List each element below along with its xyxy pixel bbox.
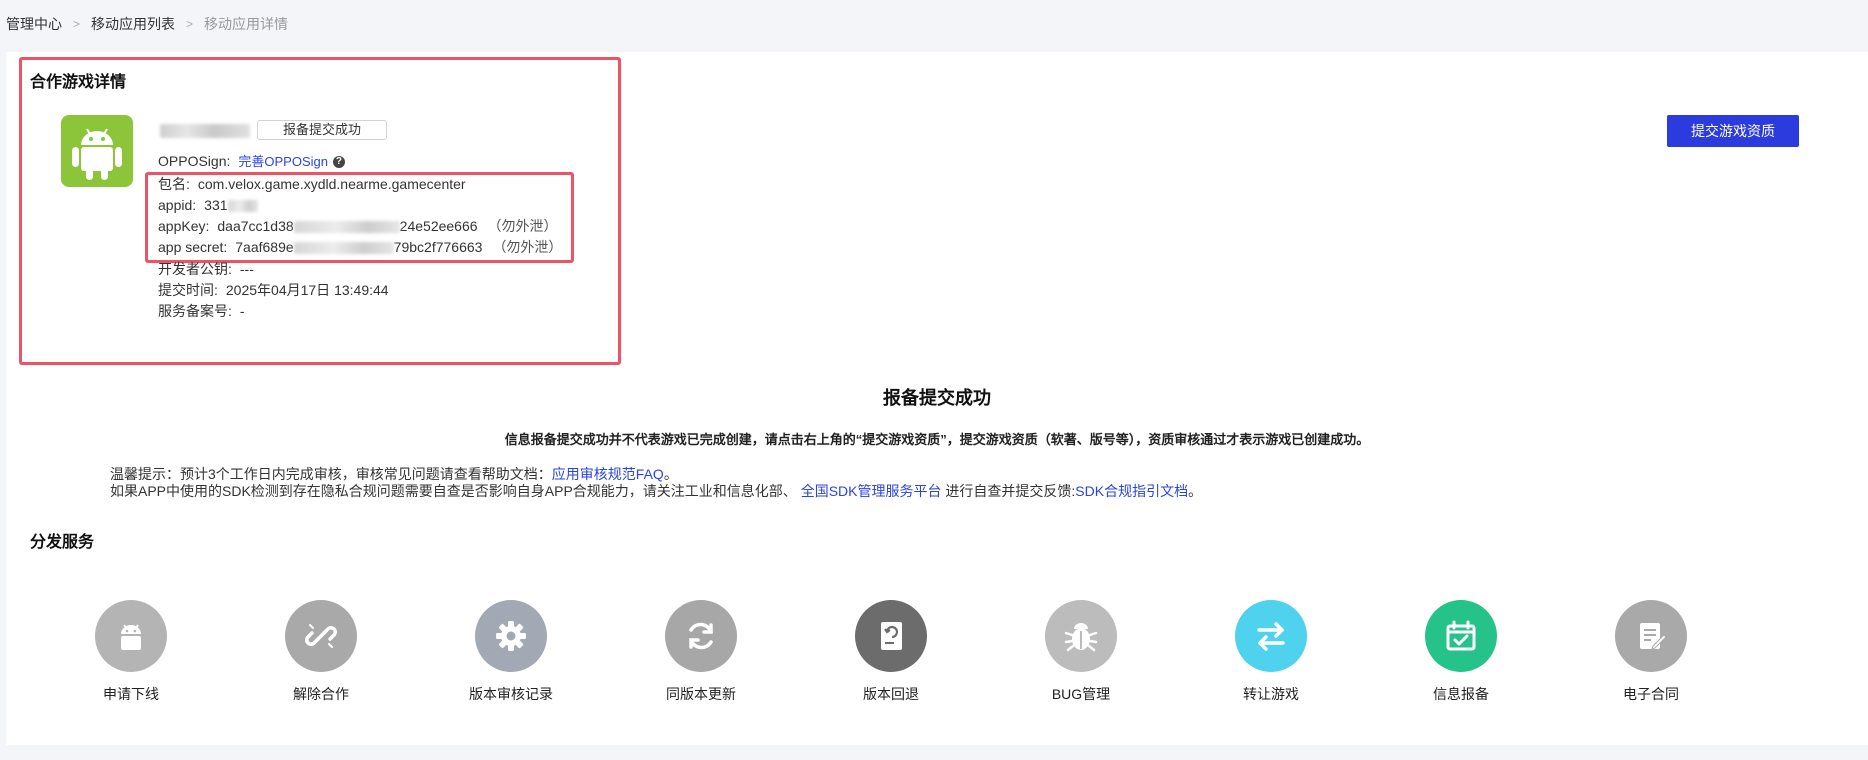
package-value: com.velox.game.xydld.nearme.gamecenter (197, 176, 466, 192)
contract-icon (1640, 623, 1667, 650)
service-same-version-update[interactable]: 同版本更新 (621, 600, 781, 704)
oppo-sign-label: OPPOSign: (158, 153, 231, 169)
service-circle (665, 600, 737, 672)
dev-key-row: 开发者公钥: --- (158, 259, 254, 279)
submit-time-row: 提交时间: 2025年04月17日 13:49:44 (158, 280, 389, 300)
service-label: 转让游戏 (1243, 686, 1299, 702)
services-grid: 申请下线 解除合作 版本审核记录 同版本更新 版本回退 BUG管理 转让游戏 信… (6, 600, 1868, 760)
result-title: 报备提交成功 (883, 388, 991, 408)
service-record-row: 服务备案号: - (158, 301, 245, 321)
service-bug-management[interactable]: BUG管理 (1001, 600, 1161, 704)
tip-line-2-mid: 进行自查并提交反馈: (945, 483, 1076, 499)
submit-qualification-button[interactable]: 提交游戏资质 (1667, 115, 1799, 147)
service-circle (475, 600, 547, 672)
refresh-icon (689, 622, 713, 650)
app-secret-value-end: 79bc2f776663 (393, 239, 483, 255)
tip-line-2-end: 。 (1188, 483, 1203, 499)
service-label: 解除合作 (293, 686, 349, 702)
breadcrumb: 管理中心 > 移动应用列表 > 移动应用详情 (6, 14, 288, 34)
service-circle (1425, 600, 1497, 672)
appkey-label: appKey: (158, 218, 210, 234)
appkey-row: appKey: daa7cc1d38 24e52ee666 （勿外泄） (158, 216, 558, 236)
service-label: 同版本更新 (666, 686, 736, 702)
app-secret-value-start: 7aaf689e (235, 239, 294, 255)
faq-link[interactable]: 应用审核规范FAQ (552, 466, 664, 482)
app-secret-note: （勿外泄） (492, 239, 563, 255)
appid-label: appid: (158, 197, 197, 213)
service-label: 电子合同 (1623, 686, 1679, 702)
tip-line-1-text: 温馨提示：预计3个工作日内完成审核，审核常见问题请查看帮助文档： (110, 466, 552, 482)
app-name-redacted (160, 124, 250, 138)
service-circle (95, 600, 167, 672)
app-secret-redacted (293, 242, 394, 255)
detail-section-title: 合作游戏详情 (30, 74, 127, 91)
service-label: 信息报备 (1433, 686, 1489, 702)
service-apply-offline[interactable]: 申请下线 (51, 600, 211, 704)
service-label: 申请下线 (103, 686, 159, 702)
tip-line-2-text: 如果APP中使用的SDK检测到存在隐私合规问题需要自查是否影响自身APP合规能力… (110, 483, 797, 499)
sdk-guide-link[interactable]: SDK合规指引文档 (1075, 483, 1188, 499)
rollback-doc-icon (881, 622, 902, 650)
android-icon (121, 624, 141, 650)
status-badge: 报备提交成功 (257, 120, 387, 140)
dev-key-value: --- (239, 261, 254, 277)
breadcrumb-separator-icon: > (186, 17, 194, 31)
breadcrumb-item-app-list[interactable]: 移动应用列表 (91, 14, 175, 34)
dev-key-label: 开发者公钥: (158, 261, 232, 277)
app-android-icon (61, 115, 133, 187)
service-circle (1615, 600, 1687, 672)
sdk-platform-link[interactable]: 全国SDK管理服务平台 (801, 483, 942, 499)
transfer-icon (1257, 622, 1285, 651)
service-record-value: - (239, 303, 245, 319)
package-row: 包名: com.velox.game.xydld.nearme.gamecente… (158, 174, 466, 194)
service-circle (1045, 600, 1117, 672)
service-cancel-cooperation[interactable]: 解除合作 (241, 600, 401, 704)
service-circle (855, 600, 927, 672)
services-section-title: 分发服务 (30, 534, 95, 551)
service-review-records[interactable]: 版本审核记录 (431, 600, 591, 704)
submit-time-label: 提交时间: (158, 282, 218, 298)
help-icon[interactable]: ? (332, 156, 345, 169)
appid-redacted (227, 200, 258, 213)
gear-icon (496, 621, 526, 651)
unlink-icon (305, 624, 337, 648)
app-secret-row: app secret: 7aaf689e 79bc2f776663 （勿外泄） (158, 237, 562, 257)
appid-value: 331 (204, 197, 228, 213)
oppo-sign-row: OPPOSign: 完善OPPOSign? (158, 151, 345, 171)
appkey-value-end: 24e52ee666 (399, 218, 478, 234)
main-panel: 合作游戏详情 报备提交成功 OPPOSign: 完善OPPOSign? 包名: co… (6, 52, 1868, 745)
service-circle (1235, 600, 1307, 672)
tip-line-1-end: 。 (663, 466, 678, 482)
submit-time-value: 2025年04月17日 13:49:44 (225, 282, 389, 298)
appkey-value-start: daa7cc1d38 (217, 218, 294, 234)
app-secret-label: app secret: (158, 239, 228, 255)
appkey-note: （勿外泄） (487, 218, 558, 234)
service-label: BUG管理 (1051, 686, 1111, 702)
result-subtitle: 信息报备提交成功并不代表游戏已完成创建，请点击右上角的“提交游戏资质”，提交游戏… (504, 432, 1370, 447)
service-label: 版本审核记录 (469, 686, 553, 702)
service-version-rollback[interactable]: 版本回退 (811, 600, 971, 704)
service-e-contract[interactable]: 电子合同 (1571, 600, 1731, 704)
package-label: 包名: (158, 176, 190, 192)
appkey-redacted (293, 221, 400, 234)
appid-row: appid: 331 (158, 195, 258, 215)
breadcrumb-separator-icon: > (73, 17, 81, 31)
service-info-report[interactable]: 信息报备 (1381, 600, 1541, 704)
service-label: 版本回退 (863, 686, 919, 702)
service-transfer-game[interactable]: 转让游戏 (1191, 600, 1351, 704)
breadcrumb-item-current: 移动应用详情 (204, 16, 289, 32)
complete-oppo-sign-link[interactable]: 完善OPPOSign (238, 154, 328, 169)
service-circle (285, 600, 357, 672)
calendar-check-icon (1446, 620, 1476, 651)
bug-icon (1064, 623, 1098, 652)
tip-line-2: 如果APP中使用的SDK检测到存在隐私合规问题需要自查是否影响自身APP合规能力… (110, 481, 1202, 501)
breadcrumb-item-admin[interactable]: 管理中心 (6, 14, 62, 34)
service-record-label: 服务备案号: (158, 303, 232, 319)
